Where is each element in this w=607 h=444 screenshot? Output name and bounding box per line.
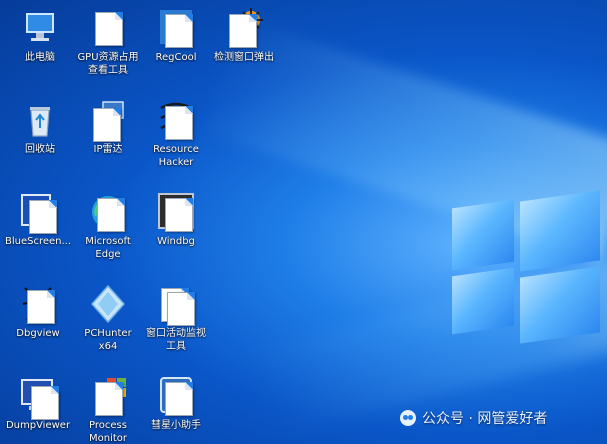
gpu-tool-icon [89, 8, 127, 48]
desktop-icon-dbgview[interactable]: Dbgview [2, 284, 74, 340]
icon-label: Windbg [157, 236, 195, 247]
edge-icon [89, 192, 127, 232]
desktop-icon-recycle-bin[interactable]: 回收站 [4, 100, 76, 156]
desktop-icon-windbg[interactable]: Windbg [140, 192, 212, 248]
process-monitor-icon [89, 376, 127, 416]
desktop-icon-ip-radar[interactable]: IP雷达 [72, 100, 144, 156]
desktop-icon-process-monitor[interactable]: Process Monitor [72, 376, 144, 444]
desktop-icon-resource-hacker[interactable]: Resource Hacker [140, 100, 212, 169]
desktop-icon-edge[interactable]: Microsoft Edge [72, 192, 144, 261]
pchunter-icon [89, 284, 127, 324]
icon-label: 检测窗口弹出 [214, 52, 274, 63]
wechat-icon [400, 410, 416, 426]
this-pc-icon [21, 8, 59, 48]
icon-label: GPU资源占用 查看工具 [77, 52, 139, 76]
dbgview-icon [19, 284, 57, 324]
desktop: 此电脑 回收站 BlueScreen... Dbgview DumpViewer… [0, 0, 607, 444]
desktop-icon-dumpviewer[interactable]: DumpViewer [2, 376, 74, 432]
wechat-watermark: 公众号 · 网管爱好者 [400, 408, 547, 428]
desktop-icon-regcool[interactable]: RegCool [140, 8, 212, 64]
icon-label: BlueScreen... [4, 236, 72, 247]
icon-label: IP雷达 [93, 144, 123, 155]
desktop-icon-this-pc[interactable]: 此电脑 [4, 8, 76, 64]
ip-radar-icon [89, 100, 127, 142]
icon-label: PCHunter x64 [84, 328, 132, 352]
icon-label: 彗星小助手 [151, 420, 201, 431]
comet-helper-icon [157, 376, 195, 416]
desktop-icon-gpu-tool[interactable]: GPU资源占用 查看工具 [72, 8, 144, 77]
icon-label: DumpViewer [5, 420, 71, 431]
icon-label: Microsoft Edge [85, 236, 131, 260]
window-monitor-icon [157, 284, 195, 326]
desktop-icon-pchunter[interactable]: PCHunter x64 [72, 284, 144, 353]
desktop-icon-comet-helper[interactable]: 彗星小助手 [140, 376, 212, 432]
icon-label: Resource Hacker [153, 144, 199, 168]
recycle-bin-icon [21, 100, 59, 140]
windows-logo [452, 190, 607, 344]
desktop-icon-popup-detector[interactable]: 检测窗口弹出 [208, 8, 280, 64]
icon-label: 窗口活动监视 工具 [146, 328, 206, 352]
resource-hacker-icon [157, 100, 195, 140]
bluescreen-view-icon [19, 192, 57, 234]
dumpviewer-icon [19, 376, 59, 420]
icon-label: RegCool [155, 52, 197, 63]
regcool-icon [157, 8, 195, 48]
icon-label: Process Monitor [88, 420, 127, 444]
desktop-icon-bluescreen[interactable]: BlueScreen... [2, 192, 74, 248]
desktop-icon-window-monitor[interactable]: 窗口活动监视 工具 [140, 284, 212, 353]
popup-detector-icon [225, 8, 263, 48]
icon-label: 回收站 [25, 144, 55, 155]
watermark-text: 公众号 · 网管爱好者 [422, 411, 548, 427]
icon-label: Dbgview [16, 328, 60, 339]
icon-label: 此电脑 [25, 52, 55, 63]
windbg-icon [157, 192, 195, 232]
